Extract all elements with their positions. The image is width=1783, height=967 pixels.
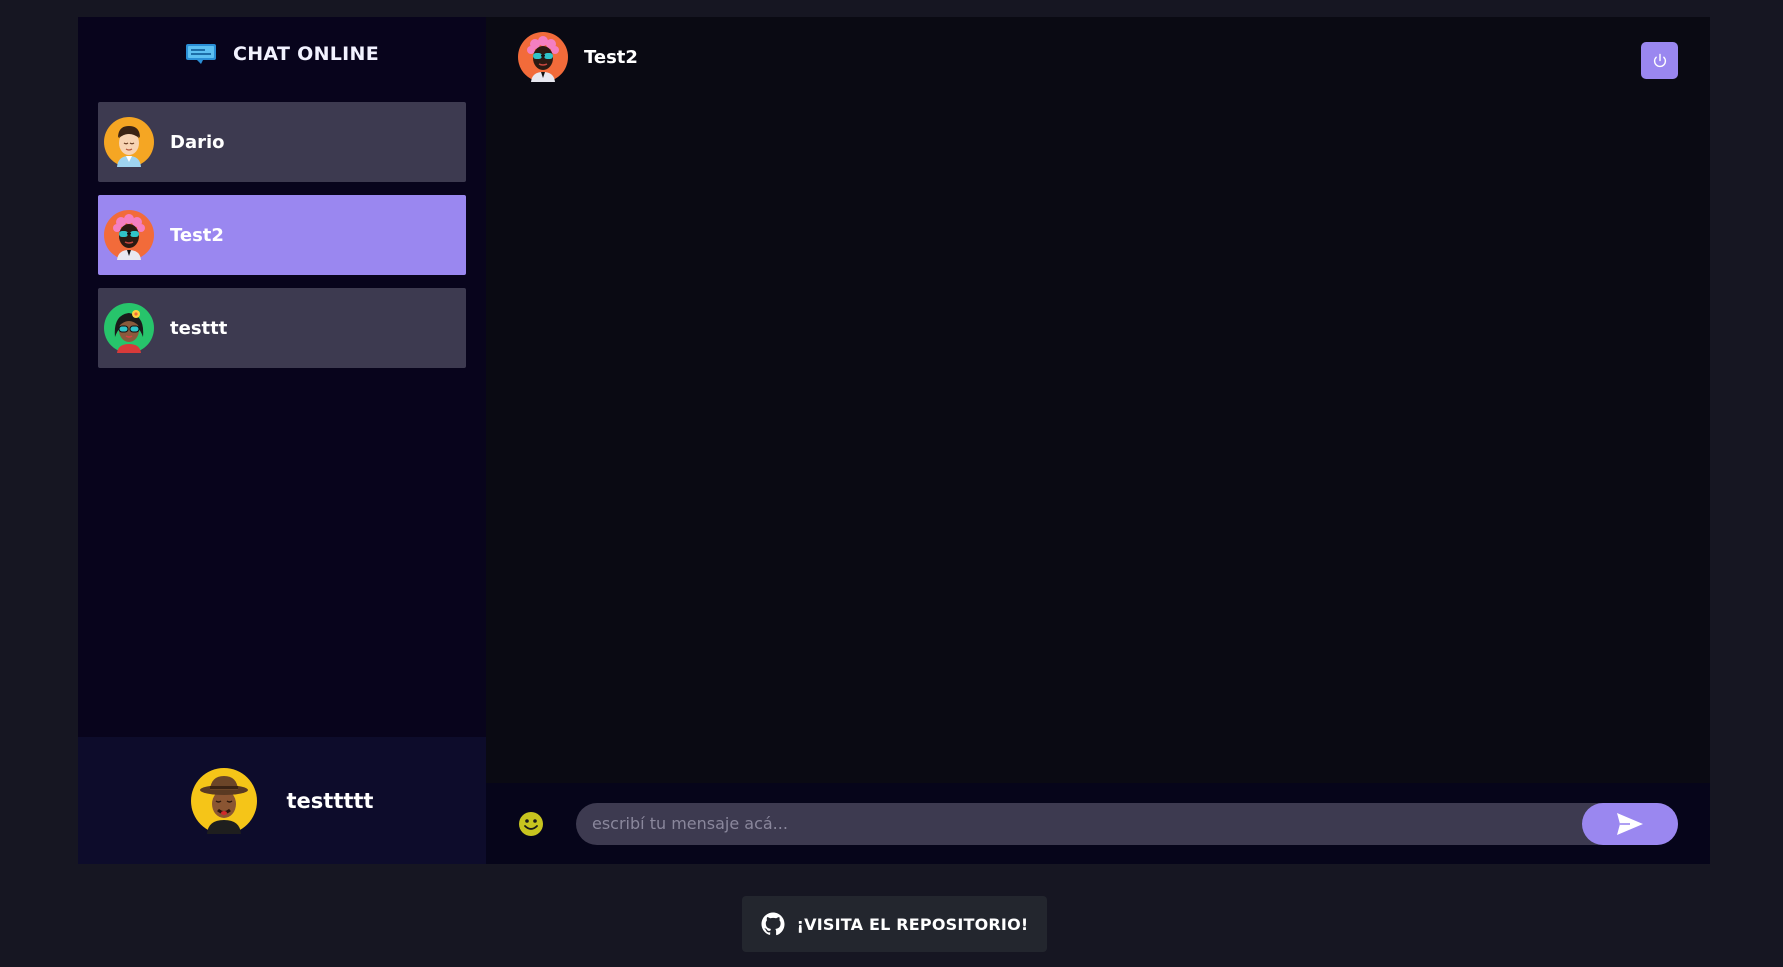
smiley-icon[interactable] [518, 811, 544, 837]
current-user-name: testtttt [286, 788, 374, 813]
current-user-profile: testtttt [78, 737, 486, 864]
message-input-wrapper [576, 802, 1678, 845]
repo-button-label: ¡VISITA EL REPOSITORIO! [796, 914, 1029, 934]
contact-name: Test2 [170, 224, 224, 246]
contact-name: Dario [170, 131, 225, 153]
message-input[interactable] [576, 802, 1566, 845]
avatar-current-user [190, 767, 257, 834]
brand-header: CHAT ONLINE [78, 17, 486, 85]
contact-list: Dario Test2 testtt [78, 85, 486, 368]
chat-header-name: Test2 [584, 46, 638, 68]
contact-item-dario[interactable]: Dario [98, 102, 466, 182]
github-icon [761, 912, 785, 936]
contact-name: testtt [170, 317, 228, 339]
contact-item-test2[interactable]: Test2 [98, 195, 466, 275]
sidebar: CHAT ONLINE Dario Test2 testtt testtttt [78, 17, 486, 864]
message-composer [486, 783, 1710, 864]
power-icon [1653, 53, 1666, 67]
chat-app: CHAT ONLINE Dario Test2 testtt testtttt … [78, 17, 1710, 864]
chat-bubble-icon [185, 44, 216, 64]
chat-header: Test2 [486, 17, 1710, 97]
contact-item-testtt[interactable]: testtt [98, 288, 466, 368]
send-icon [1617, 812, 1643, 835]
avatar-testtt [104, 303, 154, 353]
chat-header-avatar [518, 32, 568, 82]
avatar-dario [104, 117, 154, 167]
logout-button[interactable] [1641, 42, 1678, 79]
chat-panel: Test2 [486, 17, 1710, 864]
message-area [486, 97, 1710, 783]
avatar-test2 [104, 210, 154, 260]
app-title: CHAT ONLINE [232, 43, 380, 65]
send-button[interactable] [1582, 802, 1678, 845]
visit-repository-button[interactable]: ¡VISITA EL REPOSITORIO! [742, 896, 1047, 952]
